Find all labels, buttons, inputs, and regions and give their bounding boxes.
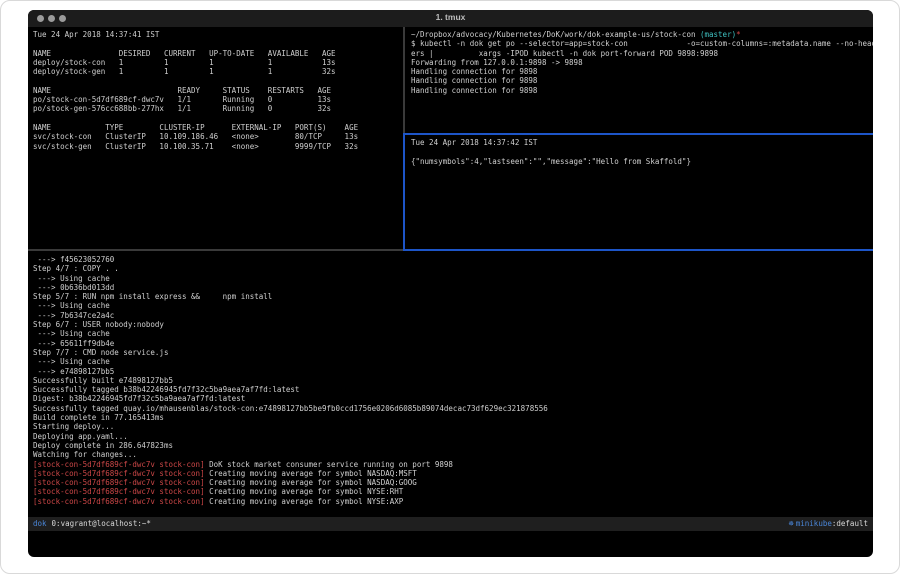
terminal-line: Handling connection for 9898: [411, 67, 873, 76]
terminal-line: Watching for changes...: [33, 450, 873, 459]
terminal-line: [411, 147, 873, 156]
terminal-line: Starting deploy...: [33, 422, 873, 431]
terminal-line: Tue 24 Apr 2018 14:37:42 IST: [411, 138, 873, 147]
terminal-line: [stock-con-5d7df689cf-dwc7v stock-con] C…: [33, 478, 873, 487]
terminal-window: 1. tmux Tue 24 Apr 2018 14:37:41 IST NAME…: [28, 10, 873, 557]
terminal-line: [33, 114, 408, 123]
tmux-status-bar: dok 0:vagrant@localhost:~* ☸ minikube :d…: [28, 517, 873, 531]
terminal-line: [stock-con-5d7df689cf-dwc7v stock-con] D…: [33, 460, 873, 469]
pane-kubectl-watch[interactable]: Tue 24 Apr 2018 14:37:41 IST NAME DESIRED…: [28, 27, 408, 252]
terminal-line: Successfully built e74898127bb5: [33, 376, 873, 385]
terminal-line: Step 4/7 : COPY . .: [33, 264, 873, 273]
terminal-line: ---> 7b6347ce2a4c: [33, 311, 873, 320]
pane-divider-horizontal-active[interactable]: [403, 249, 873, 251]
terminal-line: Tue 24 Apr 2018 14:37:41 IST: [33, 30, 408, 39]
terminal-line: [stock-con-5d7df689cf-dwc7v stock-con] C…: [33, 487, 873, 496]
status-bar-left: dok 0:vagrant@localhost:~*: [33, 517, 151, 531]
screenshot-root: 1. tmux Tue 24 Apr 2018 14:37:41 IST NAME…: [0, 0, 900, 574]
terminal-line: [33, 39, 408, 48]
terminal-line: ---> Using cache: [33, 329, 873, 338]
terminal-line: po/stock-gen-576cc688bb-277hx 1/1 Runnin…: [33, 104, 408, 113]
window-title: 1. tmux: [28, 12, 873, 22]
terminal-line: Successfully tagged quay.io/mhausenblas/…: [33, 404, 873, 413]
terminal-line: po/stock-con-5d7df689cf-dwc7v 1/1 Runnin…: [33, 95, 408, 104]
terminal-line: [33, 76, 408, 85]
terminal-line: $ kubectl -n dok get po --selector=app=s…: [411, 39, 873, 48]
terminal-line: Handling connection for 9898: [411, 86, 873, 95]
terminal-line: ---> 0b636bd013dd: [33, 283, 873, 292]
pane-port-forward[interactable]: ~/Dropbox/advocacy/Kubernetes/DoK/work/d…: [406, 27, 873, 136]
pane-divider-horizontal-left[interactable]: [28, 249, 403, 251]
terminal-line: svc/stock-con ClusterIP 10.109.186.46 <n…: [33, 132, 408, 141]
terminal-line: Step 6/7 : USER nobody:nobody: [33, 320, 873, 329]
terminal-line: ---> Using cache: [33, 274, 873, 283]
kube-context-icon: ☸: [789, 517, 794, 531]
terminal-line: ---> Using cache: [33, 357, 873, 366]
pane-curl-output[interactable]: Tue 24 Apr 2018 14:37:42 IST {"numsymbols…: [406, 135, 873, 252]
terminal-line: Deploy complete in 286.647823ms: [33, 441, 873, 450]
terminal-line: svc/stock-gen ClusterIP 10.100.35.71 <no…: [33, 142, 408, 151]
terminal-line: {"numsymbols":4,"lastseen":"","message":…: [411, 157, 873, 166]
terminal-line: ---> Using cache: [33, 301, 873, 310]
terminal-line: Forwarding from 127.0.0.1:9898 -> 9898: [411, 58, 873, 67]
window-titlebar: 1. tmux: [28, 10, 873, 27]
terminal-line: Digest: b38b42246945fd7f32c5ba9aea7af7fd…: [33, 394, 873, 403]
terminal-line: ers | xargs -IPOD kubectl -n dok port-fo…: [411, 49, 873, 58]
terminal-line: Build complete in 77.165413ms: [33, 413, 873, 422]
terminal-line: NAME READY STATUS RESTARTS AGE: [33, 86, 408, 95]
status-bar-right: ☸ minikube :default: [789, 517, 868, 531]
terminal-line: ---> e74898127bb5: [33, 367, 873, 376]
terminal-line: Successfully tagged b38b42246945fd7f32c5…: [33, 385, 873, 394]
terminal-line: Handling connection for 9898: [411, 76, 873, 85]
terminal-line: [stock-con-5d7df689cf-dwc7v stock-con] C…: [33, 469, 873, 478]
terminal-line: Step 5/7 : RUN npm install express && np…: [33, 292, 873, 301]
terminal-line: Deploying app.yaml...: [33, 432, 873, 441]
kube-namespace: :default: [832, 517, 868, 531]
terminal-line: [stock-con-5d7df689cf-dwc7v stock-con] C…: [33, 497, 873, 506]
terminal-line: Step 7/7 : CMD node service.js: [33, 348, 873, 357]
pane-divider-vertical-active[interactable]: [403, 133, 405, 251]
terminal-line: deploy/stock-gen 1 1 1 1 32s: [33, 67, 408, 76]
pane-divider-horizontal-right[interactable]: [405, 133, 873, 135]
terminal-line: NAME TYPE CLUSTER-IP EXTERNAL-IP PORT(S)…: [33, 123, 408, 132]
tmux-terminal: Tue 24 Apr 2018 14:37:41 IST NAME DESIRED…: [28, 27, 873, 557]
terminal-line: deploy/stock-con 1 1 1 1 13s: [33, 58, 408, 67]
tmux-session-name[interactable]: dok: [33, 517, 47, 531]
terminal-line: NAME DESIRED CURRENT UP-TO-DATE AVAILABL…: [33, 49, 408, 58]
pane-skaffold-log[interactable]: ---> f45623052760Step 4/7 : COPY . . ---…: [28, 252, 873, 520]
terminal-line: ~/Dropbox/advocacy/Kubernetes/DoK/work/d…: [411, 30, 873, 39]
terminal-line: ---> 65611ff9db4e: [33, 339, 873, 348]
kube-context-name: minikube: [796, 517, 832, 531]
terminal-line: ---> f45623052760: [33, 255, 873, 264]
pane-divider-vertical-top[interactable]: [403, 27, 405, 133]
tmux-window-tab[interactable]: 0:vagrant@localhost:~*: [52, 517, 151, 531]
